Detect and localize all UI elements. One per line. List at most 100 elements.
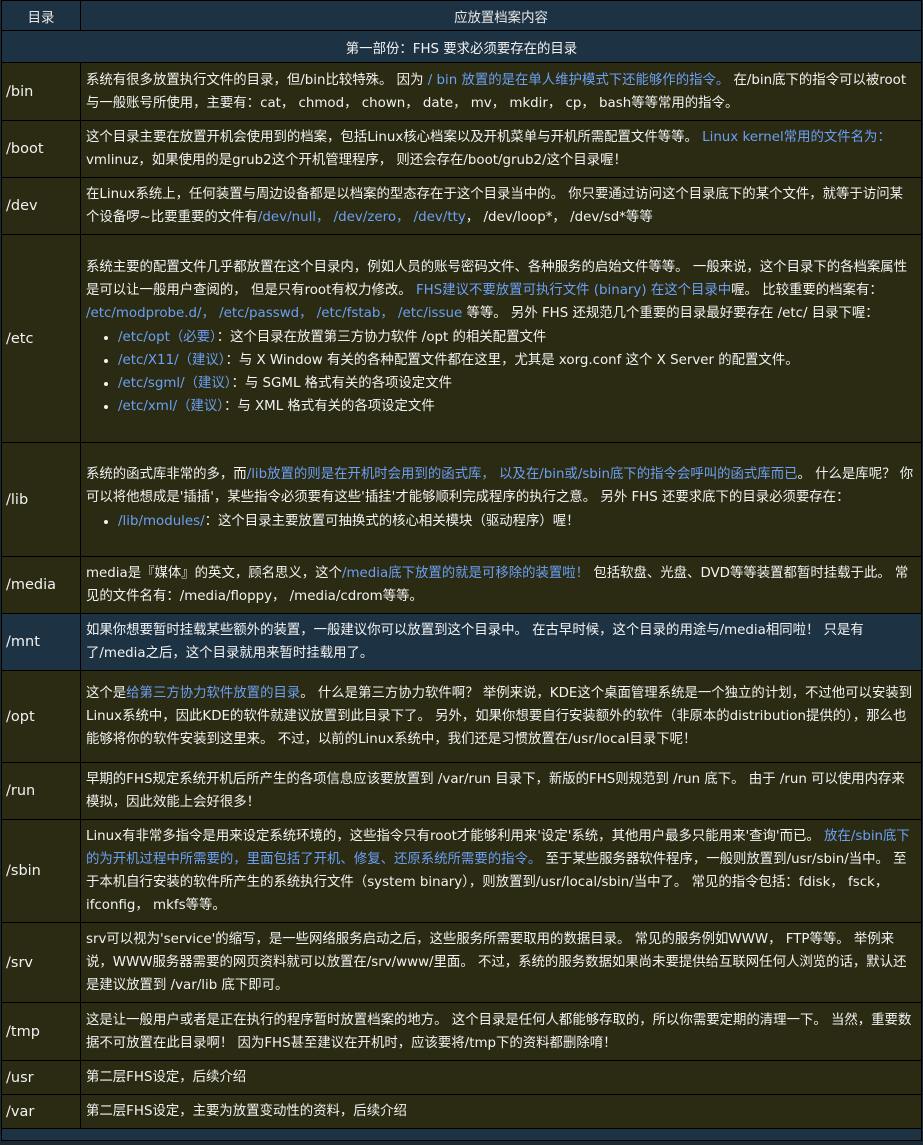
directory-description: 这个是给第三方协力软件放置的目录。 什么是第三方协力软件啊？ 举例来说，KDE这…	[80, 670, 922, 763]
highlighted-text: / bin 放置的是在单人维护模式下还能够作的指令。	[427, 72, 730, 88]
directory-name: /usr	[1, 1060, 81, 1095]
text-segment: ， /dev/loop*， /dev/sd*等等	[465, 210, 653, 225]
table-row: /usr 第二层FHS设定，后续介绍	[1, 1060, 922, 1095]
text-segment: ：与 X Window 有关的各种配置文件都在这里，尤其是 xorg.conf …	[225, 352, 799, 368]
text-segment: ：这个目录在放置第三方协力软件 /opt 的相关配置文件	[216, 329, 547, 345]
list-item: /lib/modules/：这个目录主要放置可抽换式的核心相关模块（驱动程序）喔…	[118, 510, 915, 533]
table-row: /dev 在Linux系统上，任何装置与周边设备都是以档案的型态存在于这个目录当中…	[1, 177, 922, 235]
table-row: /lib 系统的函式库非常的多，而/lib放置的则是在开机时会用到的函式库， 以及…	[1, 442, 922, 557]
directory-name: /dev	[1, 177, 81, 235]
text-segment: 系统的函式库非常的多，而	[86, 466, 247, 482]
directory-description: 第二层FHS设定，主要为放置变动性的资料，后续介绍	[80, 1094, 922, 1129]
text-segment: 系统有很多放置执行文件的目录，但/bin比较特殊。 因为	[86, 72, 428, 88]
description-text: 这是让一般用户或者是正在执行的程序暂时放置档案的地方。 这个目录是任何人都能够存…	[86, 1009, 915, 1055]
highlighted-text: /lib放置的则是在开机时会用到的函式库， 以及在/bin或/sbin底下的指令…	[246, 466, 798, 482]
table-row: /var 第二层FHS设定，主要为放置变动性的资料，后续介绍	[1, 1094, 922, 1129]
highlighted-text: Linux kernel常用的文件名为：	[702, 130, 891, 145]
directory-name: /tmp	[1, 1002, 81, 1061]
directory-description: media是『媒体』的英文，顾名思义，这个/media底下放置的就是可移除的装置…	[80, 556, 922, 614]
text-segment: vmlinuz，如果使用的是grub2这个开机管理程序， 则还会存在/boot/…	[86, 153, 627, 168]
fhs-page: 目录 应放置档案内容 第一部份：FHS 要求必须要存在的目录 /bin 系统有很多…	[0, 0, 923, 1145]
table-row: /tmp 这是让一般用户或者是正在执行的程序暂时放置档案的地方。 这个目录是任何人…	[1, 1002, 922, 1061]
text-segment: 如果你想要暂时挂载某些额外的装置，一般建议你可以放置到这个目录中。 在古早时候，…	[86, 623, 864, 661]
text-segment: 早期的FHS规定系统开机后所产生的各项信息应该要放置到 /var/run 目录下…	[86, 772, 905, 810]
description-text: 系统主要的配置文件几乎都放置在这个目录内，例如人员的账号密码文件、各种服务的启始…	[86, 256, 915, 325]
text-segment: ：这个目录主要放置可抽换式的核心相关模块（驱动程序）喔！	[204, 513, 580, 529]
fhs-directory-table: 目录 应放置档案内容 第一部份：FHS 要求必须要存在的目录 /bin 系统有很多…	[1, 0, 922, 1141]
table-row: /srv srv可以视为'service'的缩写，是一些网络服务启动之后，这些服务…	[1, 922, 922, 1003]
description-text: 第二层FHS设定，主要为放置变动性的资料，后续介绍	[86, 1100, 915, 1123]
directory-description: 如果你想要暂时挂载某些额外的装置，一般建议你可以放置到这个目录中。 在古早时候，…	[80, 613, 922, 671]
list-item: /etc/X11/（建议）：与 X Window 有关的各种配置文件都在这里，尤…	[118, 349, 915, 372]
table-row: /etc 系统主要的配置文件几乎都放置在这个目录内，例如人员的账号密码文件、各种服…	[1, 234, 922, 443]
section-title: 第一部份：FHS 要求必须要存在的目录	[1, 30, 922, 63]
text-segment: 这个目录主要在放置开机会使用到的档案，包括Linux核心档案以及开机菜单与开机所…	[86, 130, 703, 145]
next-section-row	[1, 1128, 922, 1141]
directory-description: 早期的FHS规定系统开机后所产生的各项信息应该要放置到 /var/run 目录下…	[80, 762, 922, 820]
highlighted-text: /etc/xml/（建议）	[118, 398, 224, 414]
description-text: 这个是给第三方协力软件放置的目录。 什么是第三方协力软件啊？ 举例来说，KDE这…	[86, 682, 915, 751]
list-item: /etc/sgml/（建议）：与 SGML 格式有关的各项设定文件	[118, 372, 915, 395]
subdirectory-list: /lib/modules/：这个目录主要放置可抽换式的核心相关模块（驱动程序）喔…	[86, 510, 915, 533]
directory-name: /var	[1, 1094, 81, 1129]
description-text: Linux有非常多指令是用来设定系统环境的，这些指令只有root才能够利用来'设…	[86, 825, 915, 917]
table-row: /run 早期的FHS规定系统开机后所产生的各项信息应该要放置到 /var/run…	[1, 762, 922, 820]
text-segment: 喔。 比较重要的档案有：	[731, 282, 883, 298]
description-text: srv可以视为'service'的缩写，是一些网络服务启动之后，这些服务所需要取…	[86, 928, 915, 997]
description-text: 这个目录主要在放置开机会使用到的档案，包括Linux核心档案以及开机菜单与开机所…	[86, 126, 915, 172]
text-segment: 这是让一般用户或者是正在执行的程序暂时放置档案的地方。 这个目录是任何人都能够存…	[86, 1012, 912, 1051]
text-segment: 第二层FHS设定，主要为放置变动性的资料，后续介绍	[86, 1104, 407, 1119]
directory-description: 系统的函式库非常的多，而/lib放置的则是在开机时会用到的函式库， 以及在/bi…	[80, 442, 922, 557]
description-text: 系统有很多放置执行文件的目录，但/bin比较特殊。 因为 / bin 放置的是在…	[86, 69, 915, 115]
directory-description: Linux有非常多指令是用来设定系统环境的，这些指令只有root才能够利用来'设…	[80, 819, 922, 923]
directory-name: /mnt	[1, 613, 81, 671]
text-segment: media是『媒体』的英文，顾名思义，这个	[86, 566, 342, 581]
text-segment: Linux有非常多指令是用来设定系统环境的，这些指令只有root才能够利用来'设…	[86, 829, 825, 844]
directory-name: /srv	[1, 922, 81, 1003]
table-row: /opt 这个是给第三方协力软件放置的目录。 什么是第三方协力软件啊？ 举例来说，…	[1, 670, 922, 763]
table-row: /boot 这个目录主要在放置开机会使用到的档案，包括Linux核心档案以及开机菜…	[1, 120, 922, 178]
description-text: media是『媒体』的英文，顾名思义，这个/media底下放置的就是可移除的装置…	[86, 562, 915, 608]
directory-name: /run	[1, 762, 81, 820]
description-text: 在Linux系统上，任何装置与周边设备都是以档案的型态存在于这个目录当中的。 你…	[86, 183, 915, 229]
section-title-row: 第一部份：FHS 要求必须要存在的目录	[1, 30, 922, 63]
highlighted-text: /etc/sgml/（建议）	[118, 375, 232, 391]
header-directory: 目录	[1, 0, 81, 31]
directory-description: 这是让一般用户或者是正在执行的程序暂时放置档案的地方。 这个目录是任何人都能够存…	[80, 1002, 922, 1061]
next-section-cell	[1, 1128, 922, 1141]
table-row: /bin 系统有很多放置执行文件的目录，但/bin比较特殊。 因为 / bin 放…	[1, 62, 922, 121]
directory-description: 这个目录主要在放置开机会使用到的档案，包括Linux核心档案以及开机菜单与开机所…	[80, 120, 922, 178]
highlighted-text: /lib/modules/	[118, 513, 205, 529]
table-row: /sbin Linux有非常多指令是用来设定系统环境的，这些指令只有root才能够…	[1, 819, 922, 923]
directory-name: /media	[1, 556, 81, 614]
highlighted-text: FHS建议不要放置可执行文件 (binary) 在这个目录中	[415, 282, 732, 298]
list-item: /etc/xml/（建议）：与 XML 格式有关的各项设定文件	[118, 395, 915, 418]
text-segment: 等等。 另外 FHS 还规范几个重要的目录最好要存在 /etc/ 目录下喔：	[462, 305, 879, 321]
highlighted-text: /dev/null， /dev/zero， /dev/tty	[257, 210, 466, 225]
table-row: /mnt 如果你想要暂时挂载某些额外的装置，一般建议你可以放置到这个目录中。 在古…	[1, 613, 922, 671]
description-text: 第二层FHS设定，后续介绍	[86, 1066, 915, 1089]
directory-description: 第二层FHS设定，后续介绍	[80, 1060, 922, 1095]
text-segment: ：与 SGML 格式有关的各项设定文件	[231, 375, 452, 391]
text-segment: 这个是	[86, 686, 127, 701]
directory-name: /lib	[1, 442, 81, 557]
header-contents: 应放置档案内容	[80, 0, 922, 31]
highlighted-text: /etc/opt（必要）	[118, 329, 217, 345]
directory-name: /sbin	[1, 819, 81, 923]
text-segment: ：与 XML 格式有关的各项设定文件	[223, 398, 435, 414]
description-text: 早期的FHS规定系统开机后所产生的各项信息应该要放置到 /var/run 目录下…	[86, 768, 915, 814]
directory-name: /bin	[1, 62, 81, 121]
highlighted-text: /etc/modprobe.d/， /etc/passwd， /etc/fsta…	[86, 305, 463, 321]
description-text: 如果你想要暂时挂载某些额外的装置，一般建议你可以放置到这个目录中。 在古早时候，…	[86, 619, 915, 665]
directory-description: 系统主要的配置文件几乎都放置在这个目录内，例如人员的账号密码文件、各种服务的启始…	[80, 234, 922, 443]
table-row: /media media是『媒体』的英文，顾名思义，这个/media底下放置的就是…	[1, 556, 922, 614]
text-segment: srv可以视为'service'的缩写，是一些网络服务启动之后，这些服务所需要取…	[86, 932, 907, 993]
text-segment: 第二层FHS设定，后续介绍	[86, 1070, 247, 1085]
highlighted-text: /etc/X11/（建议）	[118, 352, 226, 368]
description-text: 系统的函式库非常的多，而/lib放置的则是在开机时会用到的函式库， 以及在/bi…	[86, 463, 915, 509]
highlighted-text: 给第三方协力软件放置的目录	[126, 686, 301, 701]
directory-description: 在Linux系统上，任何装置与周边设备都是以档案的型态存在于这个目录当中的。 你…	[80, 177, 922, 235]
table-header-row: 目录 应放置档案内容	[1, 0, 922, 31]
subdirectory-list: /etc/opt（必要）：这个目录在放置第三方协力软件 /opt 的相关配置文件…	[86, 326, 915, 418]
list-item: /etc/opt（必要）：这个目录在放置第三方协力软件 /opt 的相关配置文件	[118, 326, 915, 349]
